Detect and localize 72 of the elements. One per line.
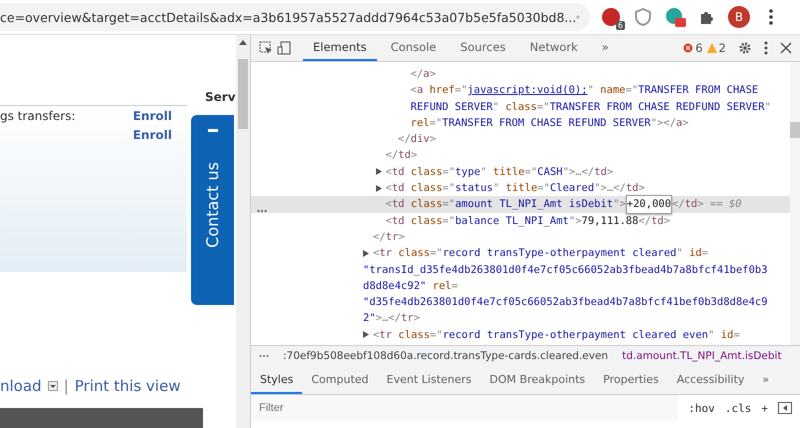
breadcrumb[interactable]: td.amount.TL_NPI_Amt.isDebit	[622, 350, 782, 362]
html-code-text: <td class="type" title="CASH">…</td>	[386, 164, 614, 180]
extension-icon[interactable]: 6	[600, 6, 622, 28]
html-code-text: "transId_d35fe4db263801d0f4e7cf05c66052ab3fbead4b7a8bfcf41bef0b3	[363, 262, 768, 278]
extension-icon[interactable]	[664, 6, 686, 28]
scrollbar-thumb[interactable]	[238, 59, 248, 129]
inspect-icon[interactable]	[259, 41, 273, 55]
error-count[interactable]: 6	[695, 41, 703, 55]
html-code-text: "d35fe4db263801d0f4e7cf05c66052ab3fbead4b7a8bfcf41bef0b3d8d8e4c9	[363, 295, 768, 310]
class-toggle[interactable]: .cls	[724, 402, 752, 414]
html-code-text: </td>	[386, 148, 418, 164]
html-code-text: <tr class="record transType-otherpayment cleared even" id=	[373, 328, 740, 343]
more-tabs[interactable]: »	[753, 366, 778, 394]
more-icon[interactable]	[259, 354, 269, 358]
html-code-text: <tr class="record transType-otherpayment cleared" id=	[373, 246, 708, 262]
html-code-text: </div>	[398, 132, 436, 148]
action-link[interactable]: Print this view	[74, 377, 181, 395]
contact-tab[interactable]: Contact us	[191, 115, 234, 305]
menu-icon[interactable]	[764, 41, 768, 55]
selected-node-row[interactable]: <td class="amount TL_NPI_Amt isDebit">+20,000</td> == $0	[251, 196, 790, 213]
puzzle-icon[interactable]	[699, 9, 715, 25]
html-code-text: REFUND SERVER" class="TRANSFER FROM CHASE REDFUND SERVER"	[410, 100, 771, 115]
expand-arrow-icon[interactable]	[376, 184, 382, 192]
html-code-text: </a>	[410, 67, 436, 82]
scroll-up-arrow-icon[interactable]	[239, 39, 247, 45]
devtools-tab[interactable]: Elements	[303, 35, 377, 61]
hover-toggle[interactable]: :hov	[688, 402, 715, 414]
error-icon[interactable]	[683, 43, 694, 53]
styles-tab[interactable]: Computed	[302, 366, 378, 394]
scrollbar[interactable]	[790, 62, 800, 345]
section-heading: Serv	[205, 90, 236, 104]
value-edit-field[interactable]: +20,000	[626, 195, 672, 214]
html-code-text: </tr>	[373, 230, 405, 245]
shield-icon[interactable]	[635, 8, 651, 26]
styles-tab[interactable]: Accessibility	[668, 366, 754, 394]
html-code-text: d8d8e4c92" rel=	[363, 278, 458, 294]
html-code-text: <td class="status" title="Cleared">…</td>	[386, 181, 645, 196]
device-icon[interactable]	[277, 41, 291, 55]
enroll-link[interactable]: Enroll	[132, 128, 172, 142]
html-code-text: rel="TRANSFER FROM CHASE REFUND SERVER"></a>	[410, 116, 689, 131]
html-code-text: <a href="javascript:void(0);" name="TRANSFER FROM CHASE	[410, 83, 758, 98]
separator: |	[64, 377, 69, 395]
warning-count[interactable]: 2	[718, 41, 726, 55]
profile-avatar[interactable]: B	[728, 6, 750, 28]
filter-field[interactable]: Filter	[251, 395, 678, 421]
more-tabs[interactable]: »	[592, 35, 619, 61]
expand-arrow-icon[interactable]	[376, 168, 382, 176]
styles-tab[interactable]: DOM Breakpoints	[480, 366, 594, 394]
enroll-link[interactable]: Enroll	[132, 108, 172, 122]
action-link[interactable]: nload	[0, 377, 42, 395]
menu-icon[interactable]	[769, 9, 773, 25]
add-rule-button[interactable]: +	[761, 402, 768, 414]
html-code-text: <td class="amount TL_NPI_Amt isDebit">	[386, 197, 626, 212]
scrollbar-thumb[interactable]	[790, 122, 800, 138]
breadcrumb[interactable]: :70ef9b508eebf108d60a.record.transType-cards.cleared.even	[283, 350, 608, 362]
sidebar-toggle-icon[interactable]	[778, 402, 792, 414]
expand-arrow-icon[interactable]	[363, 331, 369, 338]
devtools-tab[interactable]: Sources	[450, 35, 516, 61]
dropdown-icon[interactable]	[48, 381, 58, 391]
scrollbar[interactable]	[236, 35, 250, 428]
html-code-text: </td> == $0	[672, 197, 742, 212]
expand-arrow-icon[interactable]	[363, 250, 369, 257]
address-bar[interactable]: ce=overview&target=acctDetails&adx=a3b61957a5527addd7964c53a07b5e5fa5030bd8...	[0, 3, 590, 31]
html-code-text: 2">…</tr>	[363, 311, 420, 326]
html-code-text: <td class="balance TL_NPI_Amt">79,111.88</td>	[386, 214, 670, 229]
styles-tab[interactable]: Properties	[594, 366, 668, 394]
settings-icon[interactable]	[738, 41, 752, 55]
devtools-tab[interactable]: Console	[380, 35, 446, 61]
styles-tab[interactable]: Event Listeners	[378, 366, 481, 394]
close-icon[interactable]	[780, 42, 792, 54]
transfer-label: gs transfers:	[0, 108, 76, 122]
devtools-tab[interactable]: Network	[520, 35, 588, 61]
